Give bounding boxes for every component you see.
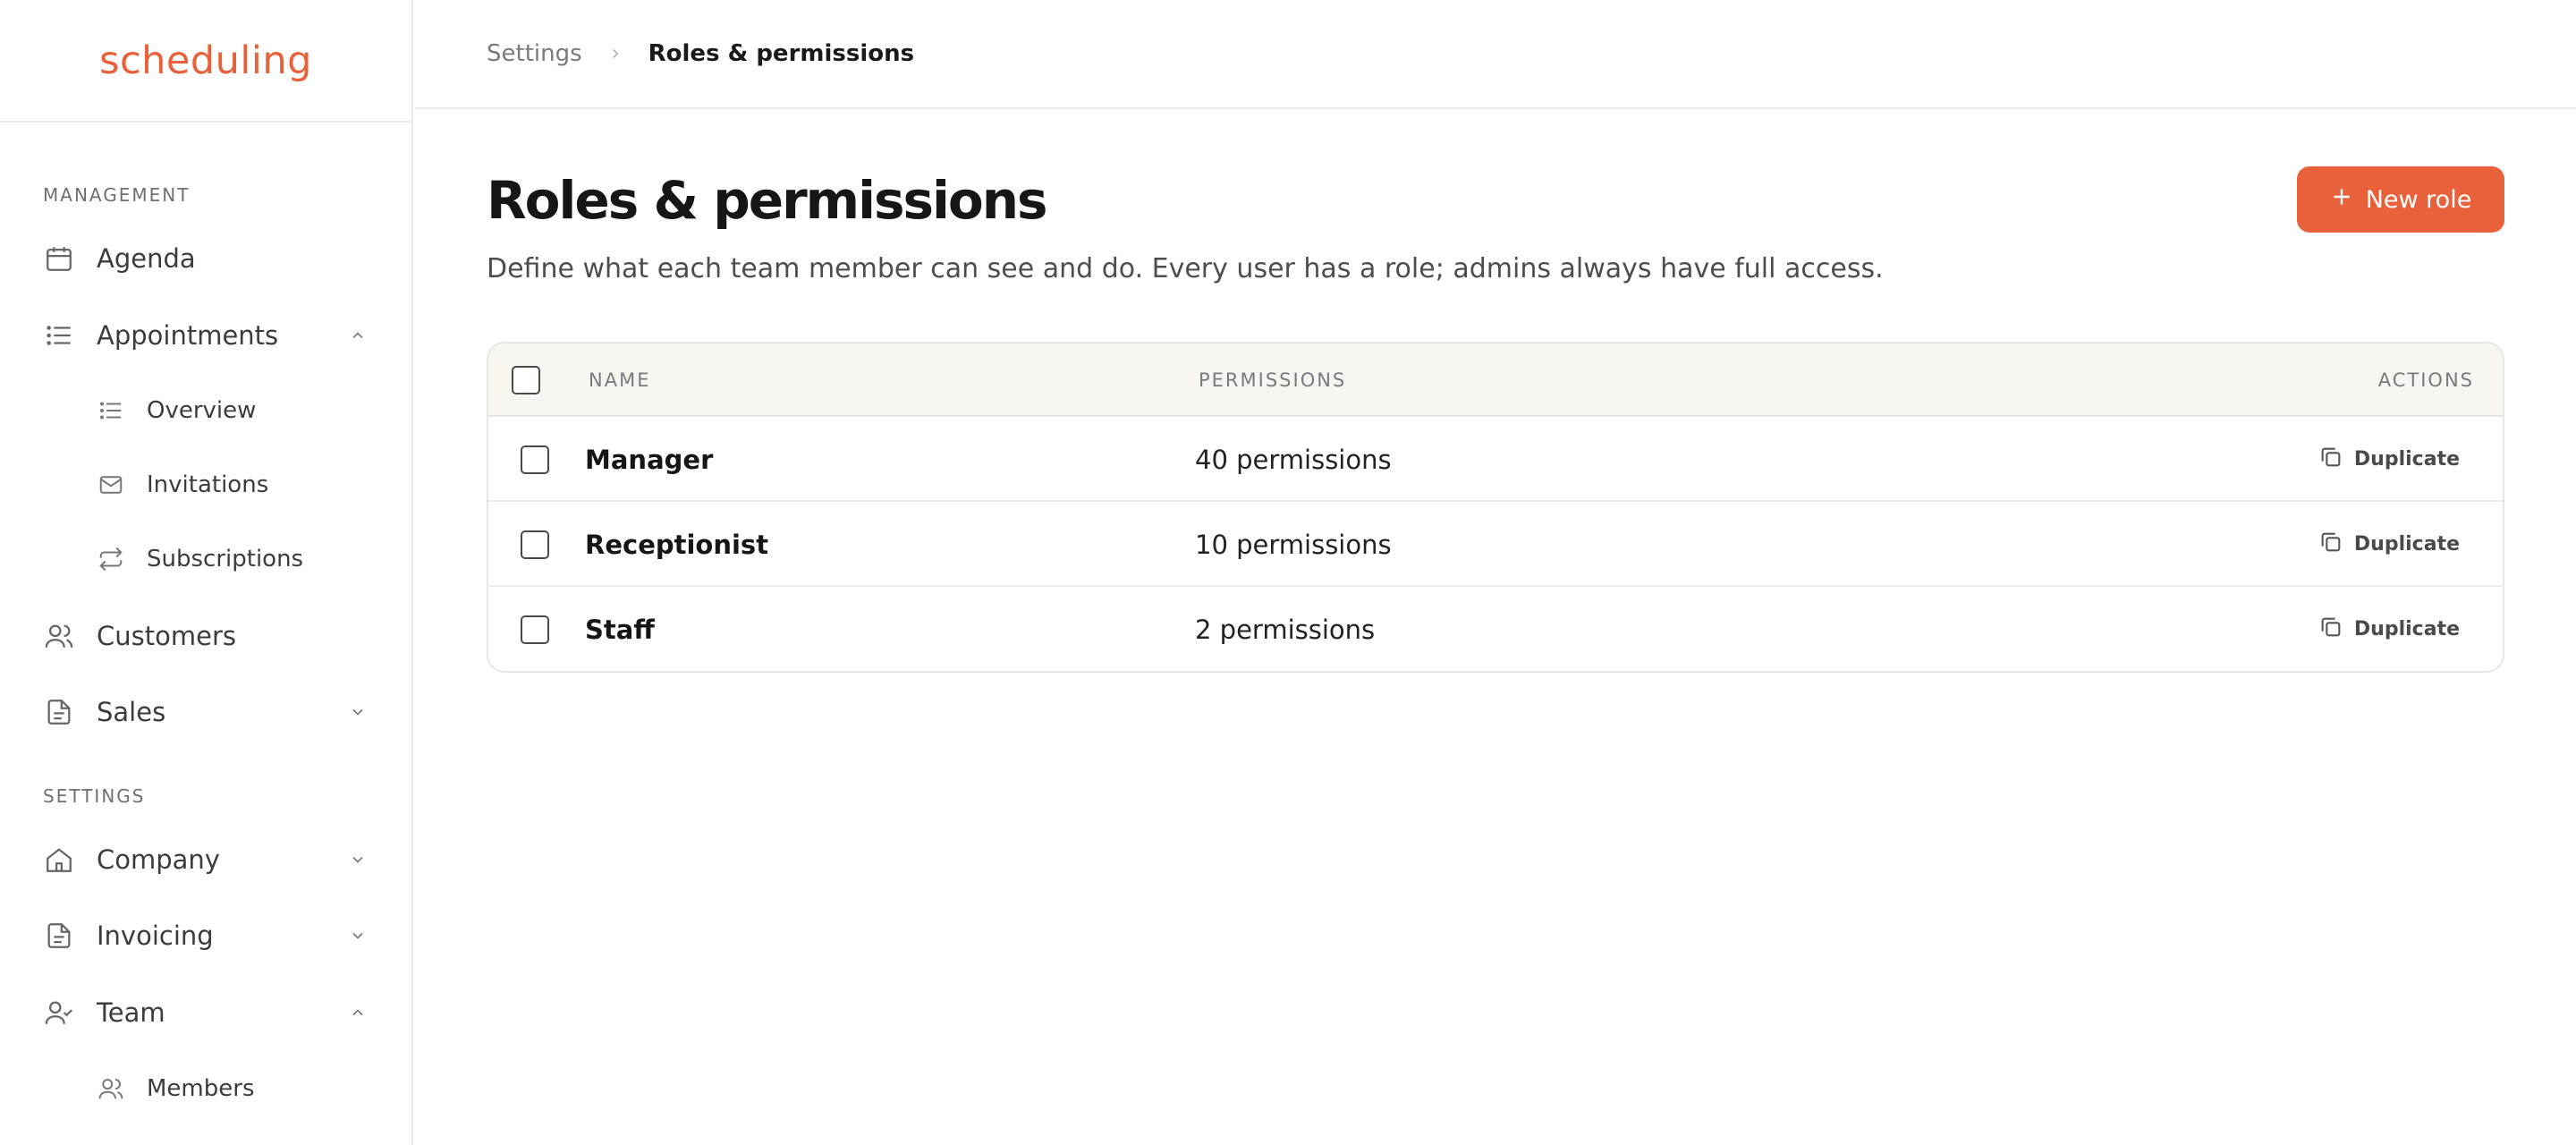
sidebar-item-invitations[interactable]: Invitations — [97, 460, 369, 510]
duplicate-label: Duplicate — [2353, 448, 2460, 471]
new-role-button[interactable]: New role — [2297, 166, 2504, 233]
sidebar-item-sales[interactable]: Sales — [43, 687, 369, 737]
chevron-right-icon — [607, 46, 623, 62]
calendar-icon — [43, 242, 75, 275]
column-header-permissions[interactable]: PERMISSIONS — [1199, 344, 1346, 417]
repeat-icon — [97, 545, 125, 573]
copy-icon — [2318, 615, 2343, 645]
sidebar-item-subscriptions[interactable]: Subscriptions — [97, 534, 369, 584]
duplicate-label: Duplicate — [2353, 618, 2460, 640]
column-header-name[interactable]: NAME — [589, 344, 650, 417]
table-row[interactable]: Staff 2 permissions Duplicate — [488, 587, 2503, 671]
permission-count: 2 permissions — [1195, 614, 1376, 645]
sidebar-item-label: Appointments — [97, 320, 279, 351]
sidebar-item-agenda[interactable]: Agenda — [43, 233, 369, 284]
home-icon — [43, 844, 75, 876]
duplicate-button[interactable]: Duplicate — [2318, 530, 2460, 560]
sidebar-item-overview[interactable]: Overview — [97, 386, 369, 436]
table-row[interactable]: Manager 40 permissions Duplicate — [488, 417, 2503, 502]
sidebar-item-company[interactable]: Company — [43, 835, 369, 885]
list-icon — [97, 396, 125, 425]
duplicate-button[interactable]: Duplicate — [2318, 615, 2460, 645]
copy-icon — [2318, 530, 2343, 560]
row-select-cell — [521, 502, 549, 587]
column-header-actions: ACTIONS — [2377, 369, 2474, 391]
sidebar-item-label: Company — [97, 844, 220, 875]
copy-icon — [2318, 445, 2343, 475]
duplicate-button[interactable]: Duplicate — [2318, 445, 2460, 475]
chevron-down-icon[interactable] — [347, 701, 369, 723]
page-title: Roles & permissions — [487, 170, 1048, 231]
role-name[interactable]: Manager — [585, 417, 713, 502]
table-row[interactable]: Receptionist 10 permissions Duplicate — [488, 502, 2503, 587]
new-role-label: New role — [2365, 185, 2472, 214]
users-icon — [43, 620, 75, 652]
breadcrumb-settings-link[interactable]: Settings — [487, 40, 582, 67]
users-icon — [97, 1074, 125, 1103]
sidebar-item-label: Subscriptions — [147, 546, 304, 572]
row-checkbox[interactable] — [521, 615, 549, 644]
permission-count: 10 permissions — [1195, 529, 1392, 560]
duplicate-label: Duplicate — [2353, 533, 2460, 556]
row-select-cell — [521, 417, 549, 502]
logo-area: scheduling — [0, 0, 411, 123]
role-name[interactable]: Staff — [585, 587, 655, 671]
user-check-icon — [43, 997, 75, 1029]
sidebar-item-label: Members — [147, 1075, 255, 1102]
plus-icon — [2330, 185, 2353, 215]
mail-icon — [97, 471, 125, 499]
row-select-cell — [521, 587, 549, 671]
role-name[interactable]: Receptionist — [585, 502, 768, 587]
actions-cell: Duplicate — [2318, 417, 2460, 502]
row-checkbox[interactable] — [521, 530, 549, 559]
sidebar-item-label: Sales — [97, 697, 166, 727]
chevron-up-icon[interactable] — [347, 1002, 369, 1023]
select-all-cell — [512, 344, 540, 417]
app-logo[interactable]: scheduling — [99, 38, 312, 83]
breadcrumb: Settings Roles & permissions — [415, 0, 2576, 109]
roles-table: NAME PERMISSIONS ACTIONS Manager 40 perm… — [487, 342, 2504, 673]
actions-cell: Duplicate — [2318, 587, 2460, 671]
row-checkbox[interactable] — [521, 445, 549, 474]
page-description: Define what each team member can see and… — [487, 253, 1884, 284]
sidebar-item-appointments[interactable]: Appointments — [43, 310, 369, 360]
permission-count: 40 permissions — [1195, 444, 1392, 475]
sidebar-item-customers[interactable]: Customers — [43, 611, 369, 661]
document-icon — [43, 920, 75, 952]
sidebar-item-members[interactable]: Members — [97, 1064, 369, 1114]
sidebar-item-team[interactable]: Team — [43, 988, 369, 1038]
sidebar-item-label: Agenda — [97, 243, 196, 274]
chevron-up-icon[interactable] — [347, 325, 369, 346]
actions-cell: Duplicate — [2318, 502, 2460, 587]
table-header: NAME PERMISSIONS ACTIONS — [488, 344, 2503, 417]
sidebar: scheduling MANAGEMENT Agenda Appointment… — [0, 0, 413, 1145]
select-all-checkbox[interactable] — [512, 366, 540, 394]
section-label-management: MANAGEMENT — [43, 184, 191, 206]
chevron-down-icon[interactable] — [347, 849, 369, 870]
sidebar-item-invoicing[interactable]: Invoicing — [43, 911, 369, 961]
sidebar-item-label: Invoicing — [97, 920, 214, 951]
sidebar-item-label: Invitations — [147, 471, 269, 498]
sidebar-item-label: Customers — [97, 621, 236, 651]
section-label-settings: SETTINGS — [43, 785, 146, 807]
sidebar-item-label: Team — [97, 997, 165, 1028]
sidebar-item-label: Overview — [147, 397, 257, 424]
list-icon — [43, 319, 75, 352]
chevron-down-icon[interactable] — [347, 925, 369, 946]
breadcrumb-current: Roles & permissions — [648, 40, 915, 67]
document-icon — [43, 696, 75, 728]
